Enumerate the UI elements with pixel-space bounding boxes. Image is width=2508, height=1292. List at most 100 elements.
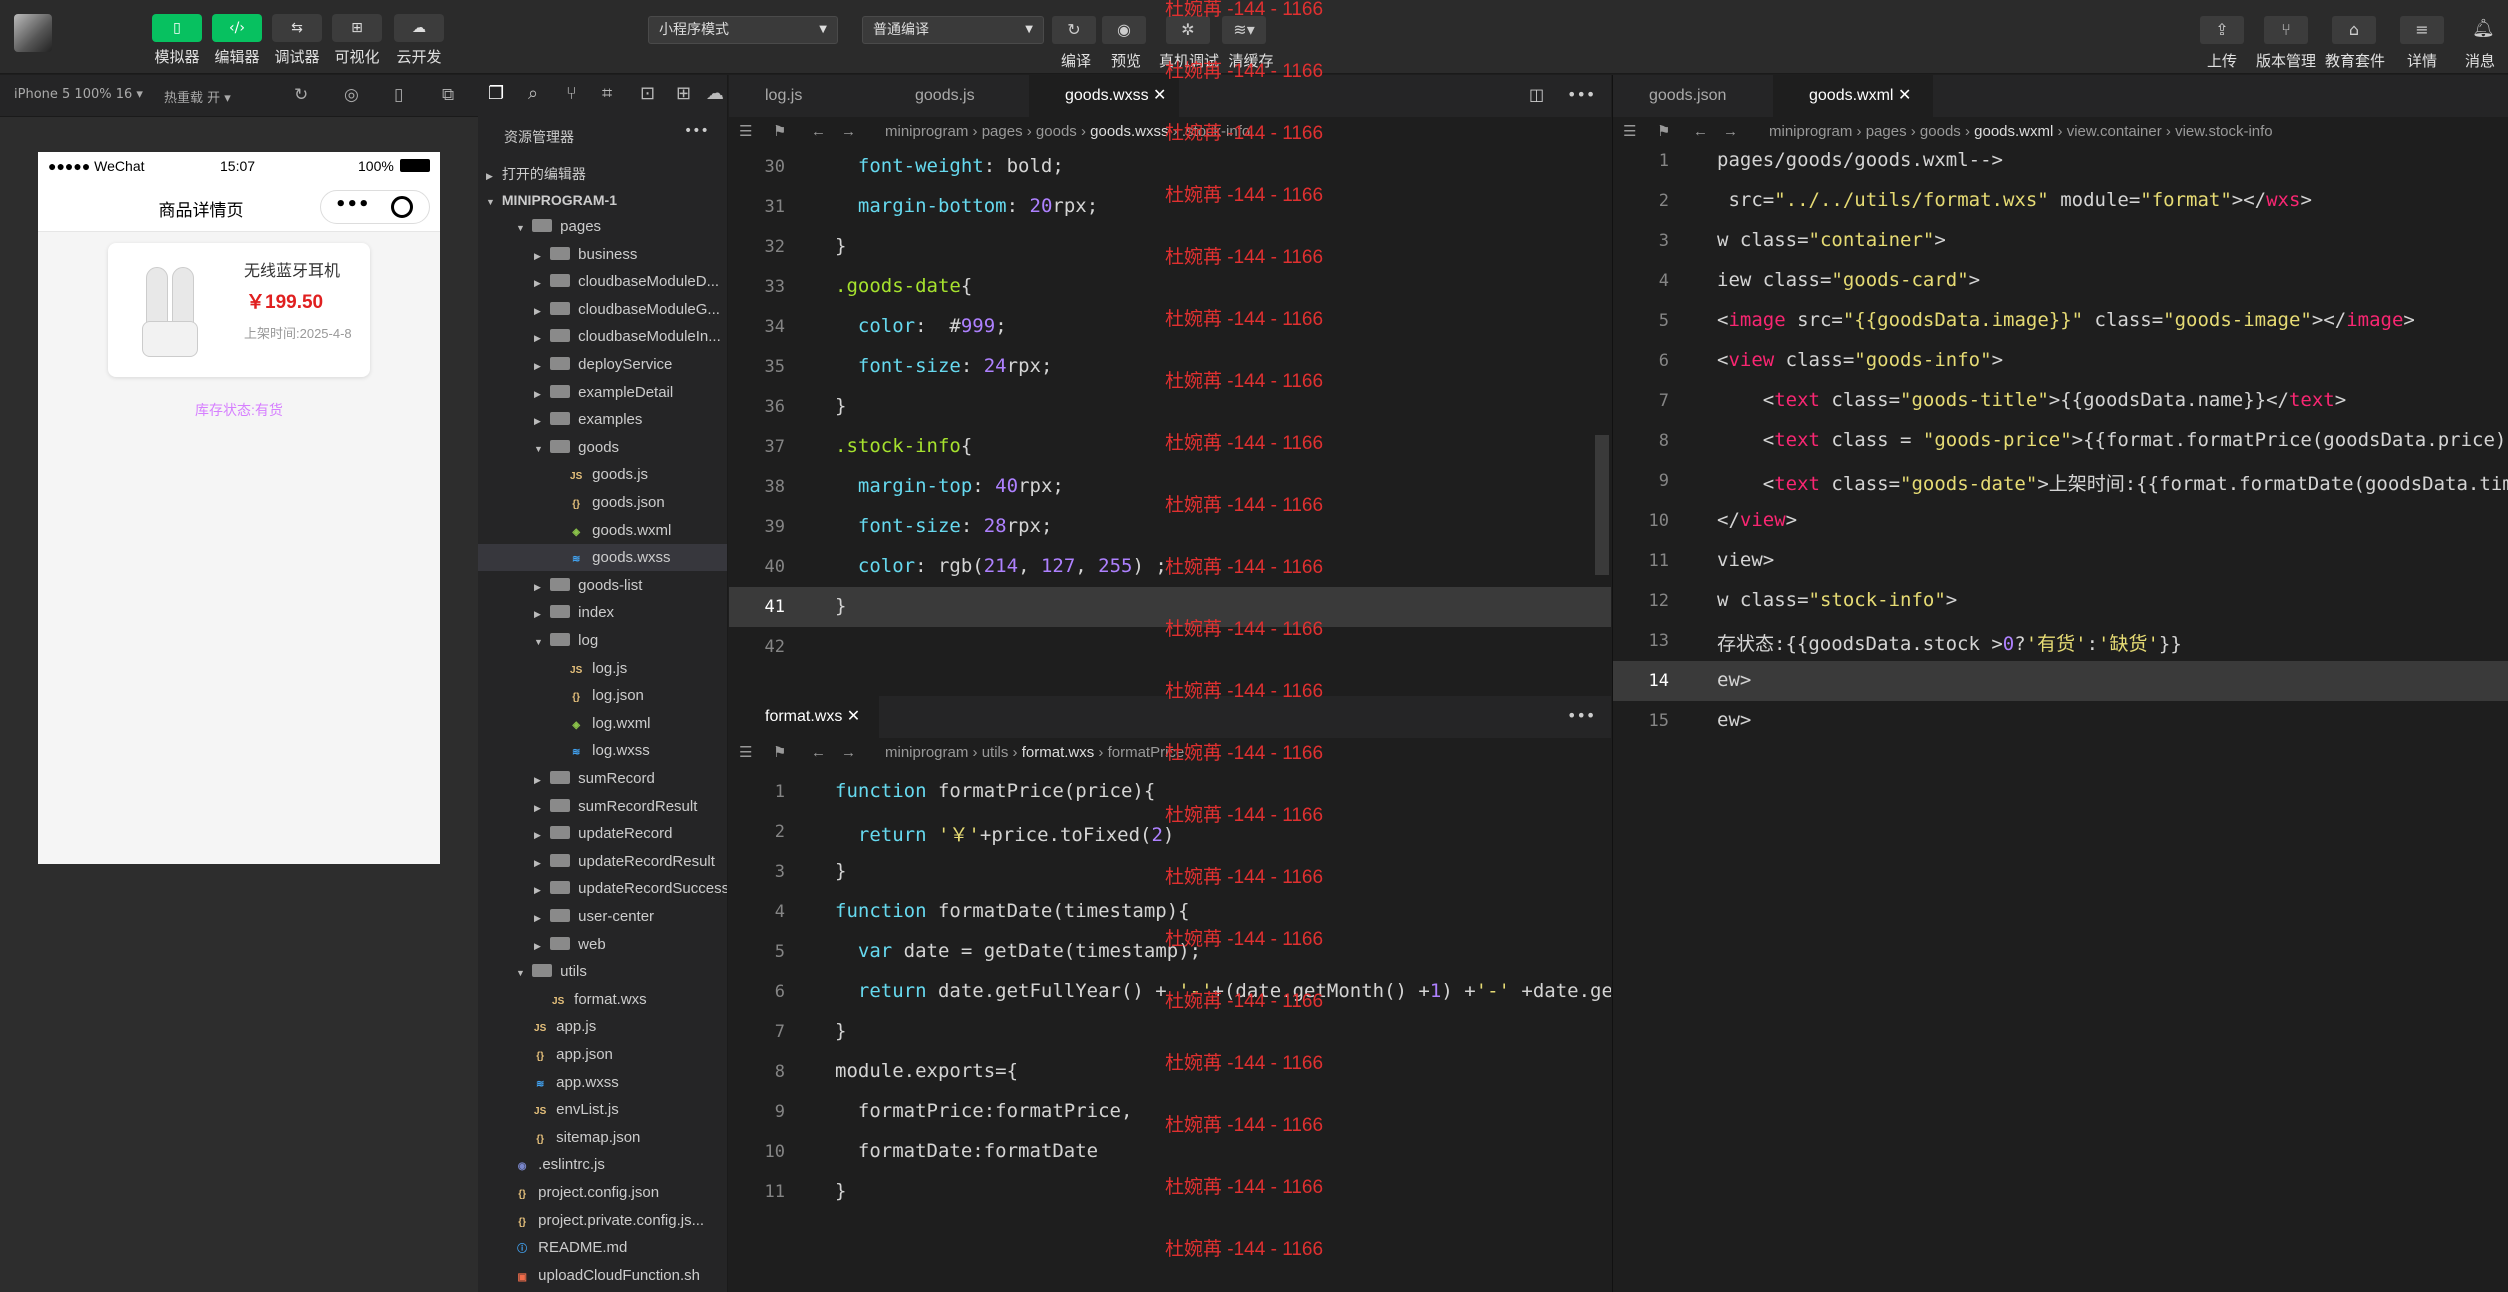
file-item[interactable]: ◈ log.wxml bbox=[478, 710, 727, 737]
file-item[interactable]: JS envList.js bbox=[478, 1096, 727, 1123]
file-item[interactable]: ▣ uploadCloudFunction.sh bbox=[478, 1262, 727, 1289]
folder-item[interactable]: ▶ deployService bbox=[478, 351, 727, 378]
outline-icon[interactable]: ☰ bbox=[1623, 117, 1636, 147]
code-line[interactable]: w class="stock-info"> bbox=[1717, 589, 1957, 611]
close-capsule-icon[interactable] bbox=[391, 196, 413, 218]
tab-format-wxs[interactable]: format.wxs ✕ bbox=[729, 696, 879, 738]
split-editor-icon[interactable]: ◫ bbox=[1529, 85, 1544, 104]
bookmark-icon[interactable]: ⚑ bbox=[1657, 117, 1670, 147]
folder-item[interactable]: ▶ index bbox=[478, 599, 727, 626]
more-icon[interactable]: ••• bbox=[335, 194, 370, 215]
source-control-icon[interactable]: ⑂ bbox=[566, 83, 577, 104]
code-line[interactable]: formatPrice:formatPrice, bbox=[835, 1100, 1133, 1122]
folder-item[interactable]: ▶ examples bbox=[478, 406, 727, 433]
debug-icon[interactable]: ⌗ bbox=[602, 83, 612, 104]
forward-icon[interactable]: → bbox=[1723, 117, 1738, 147]
folder-item[interactable]: ▶ sumRecord bbox=[478, 765, 727, 792]
close-icon[interactable]: ✕ bbox=[847, 708, 860, 725]
code-line[interactable]: } bbox=[835, 860, 846, 882]
more-icon[interactable]: ••• bbox=[1567, 85, 1595, 104]
code-line[interactable]: } bbox=[835, 1020, 846, 1042]
folder-item[interactable]: ▼ log bbox=[478, 627, 727, 654]
folder-item[interactable]: ▶ cloudbaseModuleD... bbox=[478, 268, 727, 295]
code-line[interactable]: margin-bottom: 20rpx; bbox=[835, 195, 1098, 217]
stop-icon[interactable]: ◎ bbox=[344, 85, 359, 105]
code-line[interactable]: 存状态:{{goodsData.stock >0?'有货':'缺货'}} bbox=[1717, 629, 2182, 656]
code-line[interactable]: <image src="{{goodsData.image}}" class="… bbox=[1717, 309, 2415, 331]
tab-goods-js[interactable]: goods.js bbox=[879, 75, 1029, 117]
code-line[interactable]: .goods-date{ bbox=[835, 275, 972, 297]
file-item[interactable]: ≋ app.wxss bbox=[478, 1069, 727, 1096]
project-section[interactable]: ▼ MINIPROGRAM-1 bbox=[478, 187, 727, 214]
tab-log-js[interactable]: log.js bbox=[729, 75, 879, 117]
folder-item[interactable]: ▶ sumRecordResult bbox=[478, 793, 727, 820]
preview-button[interactable]: ◉ bbox=[1102, 16, 1146, 44]
file-item[interactable]: {} goods.json bbox=[478, 489, 727, 516]
code-line[interactable]: font-size: 28rpx; bbox=[835, 515, 1053, 537]
folder-item[interactable]: ▶ exampleDetail bbox=[478, 379, 727, 406]
cloud-dev-button[interactable]: ☁ 云开发 bbox=[384, 14, 454, 67]
folder-item[interactable]: ▼ goods bbox=[478, 434, 727, 461]
close-icon[interactable]: ✕ bbox=[1153, 87, 1166, 104]
file-item[interactable]: {} project.private.config.js... bbox=[478, 1207, 727, 1234]
details-button[interactable]: ≡ bbox=[2400, 16, 2444, 44]
code-line[interactable]: } bbox=[835, 235, 846, 257]
file-item[interactable]: ⓘ README.md bbox=[478, 1234, 727, 1261]
code-line[interactable]: } bbox=[835, 595, 846, 617]
open-editors-section[interactable]: ▶ 打开的编辑器 bbox=[478, 161, 727, 188]
scrollbar[interactable] bbox=[1595, 435, 1609, 575]
folder-item[interactable]: ▶ user-center bbox=[478, 903, 727, 930]
file-item[interactable]: JS log.js bbox=[478, 655, 727, 682]
search-icon[interactable]: ⌕ bbox=[528, 83, 538, 104]
extensions-icon[interactable]: ⊡ bbox=[640, 83, 655, 104]
folder-item[interactable]: ▶ goods-list bbox=[478, 572, 727, 599]
forward-icon[interactable]: → bbox=[841, 117, 856, 147]
user-avatar[interactable] bbox=[14, 14, 52, 52]
code-line[interactable]: function formatDate(timestamp){ bbox=[835, 900, 1190, 922]
file-item[interactable]: ≋ log.wxss bbox=[478, 737, 727, 764]
file-item[interactable]: {} project.config.json bbox=[478, 1179, 727, 1206]
cloud-icon[interactable]: ☁ bbox=[706, 83, 724, 104]
code-line[interactable]: } bbox=[835, 1180, 846, 1202]
more-icon[interactable]: ••• bbox=[684, 123, 709, 139]
back-icon[interactable]: ← bbox=[1693, 117, 1708, 147]
compile-select[interactable]: 普通编译 ▼ bbox=[862, 16, 1044, 44]
grid-icon[interactable]: ⊞ bbox=[676, 83, 691, 104]
device-select[interactable]: iPhone 5 100% 16 ▾ bbox=[14, 87, 143, 102]
code-line[interactable]: ew> bbox=[1717, 709, 1751, 731]
folder-item[interactable]: ▶ business bbox=[478, 241, 727, 268]
file-item[interactable]: {} log.json bbox=[478, 682, 727, 709]
reload-icon[interactable]: ↻ bbox=[294, 85, 308, 105]
more-icon[interactable]: ••• bbox=[1567, 706, 1595, 725]
code-line[interactable]: module.exports={ bbox=[835, 1060, 1018, 1082]
code-line[interactable]: src="../../utils/format.wxs" module="for… bbox=[1717, 189, 2311, 211]
back-icon[interactable]: ← bbox=[811, 117, 826, 147]
file-item[interactable]: JS goods.js bbox=[478, 461, 727, 488]
code-line[interactable]: var date = getDate(timestamp); bbox=[835, 940, 1201, 962]
code-line[interactable]: function formatPrice(price){ bbox=[835, 780, 1155, 802]
forward-icon[interactable]: → bbox=[841, 738, 856, 768]
file-item[interactable]: {} app.json bbox=[478, 1041, 727, 1068]
code-line[interactable]: ew> bbox=[1717, 669, 1751, 691]
compile-button[interactable]: ↻ bbox=[1052, 16, 1096, 44]
folder-item[interactable]: ▶ updateRecordResult bbox=[478, 848, 727, 875]
folder-item[interactable]: ▼ utils bbox=[478, 958, 727, 985]
bookmark-icon[interactable]: ⚑ bbox=[773, 738, 786, 768]
mode-select[interactable]: 小程序模式 ▼ bbox=[648, 16, 838, 44]
outline-icon[interactable]: ☰ bbox=[739, 117, 752, 147]
back-icon[interactable]: ← bbox=[811, 738, 826, 768]
code-line[interactable]: font-weight: bold; bbox=[835, 155, 1064, 177]
folder-item[interactable]: ▶ web bbox=[478, 931, 727, 958]
popout-icon[interactable]: ⧉ bbox=[442, 85, 454, 105]
code-line[interactable]: .stock-info{ bbox=[835, 435, 972, 457]
bell-icon[interactable]: 🔔︎ bbox=[2472, 18, 2495, 39]
code-line[interactable]: <text class="goods-date">上架时间:{{format.f… bbox=[1717, 469, 2508, 496]
bookmark-icon[interactable]: ⚑ bbox=[773, 117, 786, 147]
phone-icon[interactable]: ▯ bbox=[394, 85, 403, 105]
education-button[interactable]: ⌂ bbox=[2332, 16, 2376, 44]
code-line[interactable]: <view class="goods-info"> bbox=[1717, 349, 2003, 371]
code-line[interactable]: formatDate:formatDate bbox=[835, 1140, 1098, 1162]
folder-item[interactable]: ▶ updateRecordSuccess bbox=[478, 875, 727, 902]
folder-item[interactable]: ▼ pages bbox=[478, 213, 727, 240]
code-line[interactable]: margin-top: 40rpx; bbox=[835, 475, 1064, 497]
